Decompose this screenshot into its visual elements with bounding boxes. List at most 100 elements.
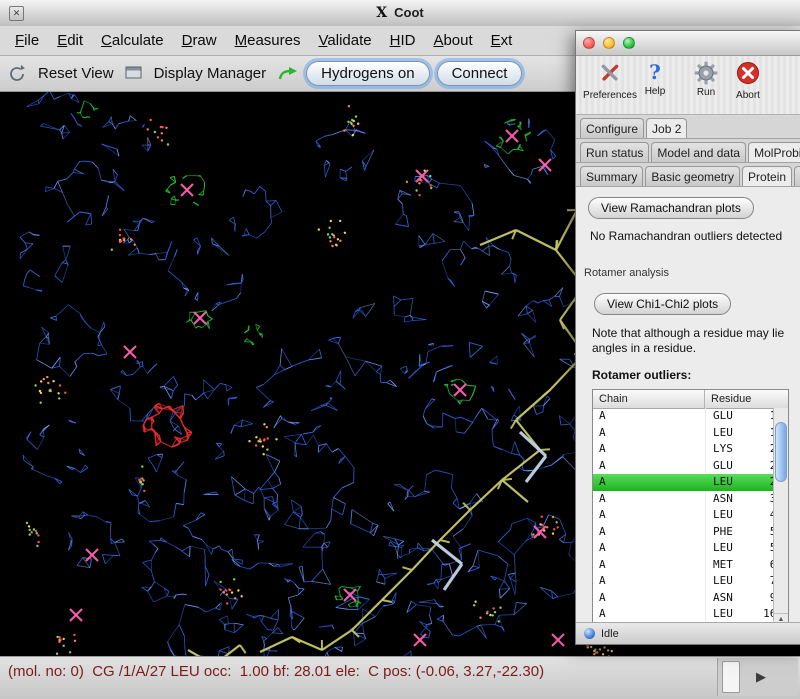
chain-cell: A: [593, 425, 705, 442]
rotamer-outlier-row[interactable]: APHE54: [593, 524, 773, 541]
scroll-right-arrow-icon[interactable]: ▶: [756, 669, 766, 685]
rotamer-outlier-row[interactable]: ALEU74: [593, 573, 773, 590]
chain-cell: A: [593, 540, 705, 557]
menu-item-validate[interactable]: Validate: [309, 28, 380, 53]
tab-job-2[interactable]: Job 2: [646, 118, 687, 139]
zoom-traffic-light[interactable]: [623, 37, 635, 49]
run-button[interactable]: Run: [686, 60, 726, 98]
hydrogens-toggle-button[interactable]: Hydrogens on: [306, 61, 429, 86]
rotamer-outlier-row[interactable]: ALEU59: [593, 540, 773, 557]
abort-label: Abort: [736, 90, 760, 101]
protein-tab-content: View Ramachandran plots No Ramachandran …: [576, 187, 800, 638]
tab-basic-geometry[interactable]: Basic geometry: [645, 166, 740, 186]
chain-column-header[interactable]: Chain: [593, 390, 705, 408]
rotamer-outlier-row[interactable]: AGLU17: [593, 408, 773, 425]
coot-window: ✕ XCoot FileEditCalculateDrawMeasuresVal…: [0, 0, 800, 699]
help-question-icon: ?: [649, 60, 661, 85]
preferences-label: Preferences: [583, 90, 637, 101]
rotamer-outliers-table: Chain Residue AGLU17ALEU19ALYS21AGLU24AL…: [592, 389, 789, 638]
table-scrollbar[interactable]: ▲▼: [773, 408, 788, 638]
table-header: Chain Residue: [593, 390, 788, 409]
residue-name-cell: GLU: [705, 408, 757, 425]
help-button[interactable]: ? Help: [638, 60, 672, 97]
chain-cell: A: [593, 507, 705, 524]
rotamer-outlier-row[interactable]: AGLU24: [593, 458, 773, 475]
run-gear-icon: [693, 60, 719, 86]
menu-item-draw[interactable]: Draw: [173, 28, 226, 53]
rotamer-note-line2: angles in a residue.: [592, 341, 800, 356]
tab-configure[interactable]: Configure: [580, 118, 644, 138]
rotamer-outlier-row[interactable]: ALEU40: [593, 507, 773, 524]
residue-name-cell: LEU: [705, 540, 757, 557]
rotamer-outlier-row[interactable]: ALEU27: [593, 474, 773, 491]
connect-button[interactable]: Connect: [437, 61, 523, 86]
chain-cell: A: [593, 474, 705, 491]
reset-view-button[interactable]: Reset View: [34, 63, 118, 84]
dialog-title-bar: [576, 31, 800, 56]
table-scrollbar-thumb[interactable]: [775, 422, 787, 482]
menu-item-file[interactable]: File: [6, 28, 48, 53]
preferences-button[interactable]: Preferences: [582, 60, 638, 101]
menu-item-measures[interactable]: Measures: [226, 28, 310, 53]
residue-name-cell: LEU: [705, 425, 757, 442]
display-manager-button[interactable]: Display Manager: [150, 63, 271, 84]
tab-run-status[interactable]: Run status: [580, 142, 649, 162]
display-manager-icon[interactable]: [125, 66, 143, 81]
minimize-traffic-light[interactable]: [603, 37, 615, 49]
rotamer-outlier-row[interactable]: ALYS21: [593, 441, 773, 458]
atom-status-text: (mol. no: 0) CG /1/A/27 LEU occ: 1.00 bf…: [0, 657, 800, 680]
menu-item-edit[interactable]: Edit: [48, 28, 92, 53]
rotamer-outlier-row[interactable]: ALEU19: [593, 425, 773, 442]
go-arrow-icon[interactable]: [277, 66, 299, 82]
window-title-area: X Coot: [0, 0, 800, 26]
chain-cell: A: [593, 606, 705, 623]
scrollbar-thumb[interactable]: [722, 661, 740, 693]
validation-window: Preferences ? Help Run Abort: [575, 30, 800, 645]
dialog-toolbar: Preferences ? Help Run Abort: [576, 56, 800, 115]
status-sphere-icon: [584, 628, 595, 639]
preferences-tools-icon: [597, 60, 623, 89]
residue-name-cell: GLU: [705, 458, 757, 475]
rotamer-table-body: AGLU17ALEU19ALYS21AGLU24ALEU27AASN32ALEU…: [593, 408, 773, 638]
tab-clipped[interactable]: C: [794, 166, 800, 186]
scroll-corner[interactable]: ▶: [717, 658, 798, 696]
rotamer-outlier-row[interactable]: ALEU160: [593, 606, 773, 623]
chain-cell: A: [593, 590, 705, 607]
view-ramachandran-plots-button[interactable]: View Ramachandran plots: [588, 197, 754, 219]
residue-column-header[interactable]: Residue: [705, 390, 788, 408]
tab-molprobity[interactable]: MolProbity: [748, 142, 800, 163]
residue-name-cell: ASN: [705, 590, 757, 607]
rotamer-outlier-row[interactable]: AMET63: [593, 557, 773, 574]
residue-name-cell: LEU: [705, 606, 757, 623]
menu-item-about[interactable]: About: [424, 28, 481, 53]
residue-name-cell: LEU: [705, 507, 757, 524]
menu-item-calculate[interactable]: Calculate: [92, 28, 173, 53]
top-tab-row: Configure Job 2: [576, 115, 800, 139]
x11-logo-icon: X: [376, 5, 387, 21]
residue-name-cell: PHE: [705, 524, 757, 541]
dialog-status-bar: Idle: [576, 622, 800, 644]
rotamer-outlier-row[interactable]: AASN99: [593, 590, 773, 607]
validation-tab-row: Summary Basic geometry Protein C: [576, 163, 800, 187]
rotamer-note-line1: Note that although a residue may lie: [592, 326, 800, 341]
rotamer-analysis-label: Rotamer analysis: [584, 267, 800, 279]
menu-item-hid[interactable]: HID: [381, 28, 425, 53]
view-chi1-chi2-plots-button[interactable]: View Chi1-Chi2 plots: [594, 293, 731, 315]
residue-name-cell: MET: [705, 557, 757, 574]
close-traffic-light[interactable]: [583, 37, 595, 49]
title-bar: ✕ XCoot: [0, 0, 800, 27]
run-label: Run: [697, 87, 715, 98]
abort-button[interactable]: Abort: [726, 60, 770, 101]
chain-cell: A: [593, 557, 705, 574]
tab-model-and-data[interactable]: Model and data: [651, 142, 746, 162]
window-title: Coot: [394, 5, 424, 20]
chain-cell: A: [593, 524, 705, 541]
residue-name-cell: LYS: [705, 441, 757, 458]
rotamer-outlier-row[interactable]: AASN32: [593, 491, 773, 508]
chain-cell: A: [593, 458, 705, 475]
reset-view-icon[interactable]: [8, 64, 27, 83]
tab-protein[interactable]: Protein: [742, 166, 792, 187]
tab-summary[interactable]: Summary: [580, 166, 643, 186]
menu-item-ext[interactable]: Ext: [482, 28, 522, 53]
status-bar: (mol. no: 0) CG /1/A/27 LEU occ: 1.00 bf…: [0, 656, 800, 699]
